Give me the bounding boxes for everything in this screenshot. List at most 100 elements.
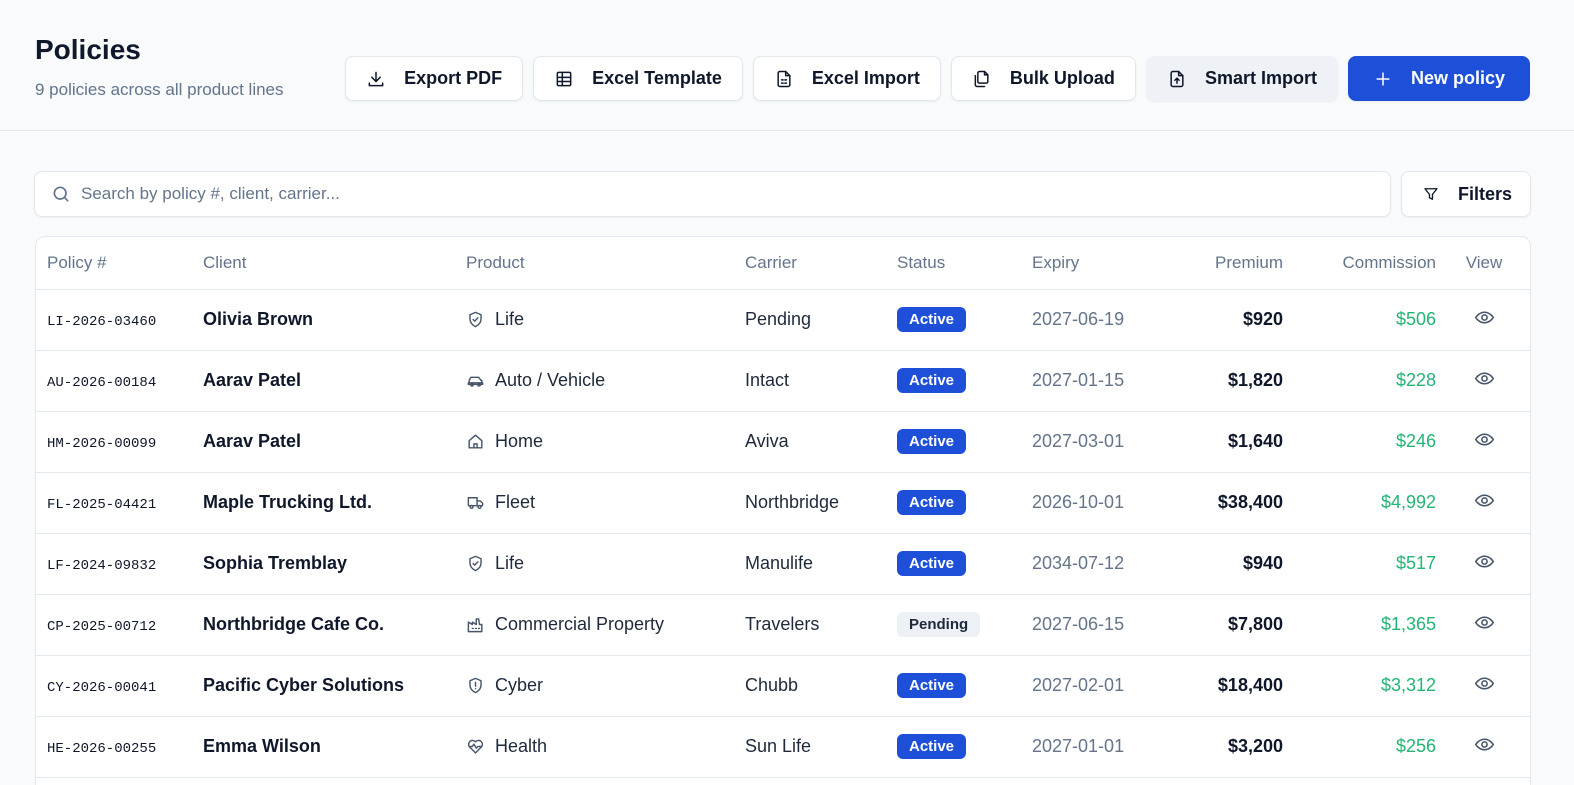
truck-icon bbox=[467, 497, 484, 509]
filter-icon bbox=[1424, 188, 1438, 200]
home-icon bbox=[468, 434, 483, 449]
product-cell: Home bbox=[466, 411, 745, 473]
smart-import-button[interactable]: Smart Import bbox=[1145, 56, 1338, 101]
column-header-client[interactable]: Client bbox=[203, 237, 466, 290]
status-cell: Active bbox=[897, 472, 1032, 534]
premium-cell: $1,820 bbox=[1152, 350, 1283, 412]
new-policy-label: New policy bbox=[1410, 68, 1505, 88]
eye-icon[interactable] bbox=[1474, 307, 1495, 328]
product-name: Commercial Property bbox=[495, 614, 665, 634]
carrier-cell: Northbridge bbox=[745, 472, 897, 534]
column-header-policy[interactable]: Policy # bbox=[36, 237, 203, 290]
table-row[interactable]: CY-2026-00041 Pacific Cyber Solutions Cybe… bbox=[36, 655, 1530, 717]
shield-alert-icon bbox=[469, 677, 482, 694]
search-input[interactable] bbox=[81, 184, 1390, 204]
commission-cell: $1,365 bbox=[1283, 594, 1436, 656]
product-label-group: Life bbox=[466, 309, 745, 330]
eye-icon[interactable] bbox=[1474, 673, 1495, 694]
column-header-expiry[interactable]: Expiry bbox=[1032, 237, 1152, 290]
eye-icon[interactable] bbox=[1474, 490, 1495, 511]
expiry-date: 2027-01-15 bbox=[1032, 370, 1125, 390]
policy-number: AU-2026-00184 bbox=[47, 375, 157, 391]
bulk-upload-button[interactable]: Bulk Upload bbox=[950, 56, 1136, 101]
product-cell: Health bbox=[466, 716, 745, 778]
carrier-cell: Travelers bbox=[745, 594, 897, 656]
policies-table: Policy # Client Product Carrier Status E… bbox=[36, 237, 1530, 778]
table-row[interactable]: HM-2026-00099 Aarav Patel Home Aviva Active 2… bbox=[36, 411, 1530, 473]
policy-number: LI-2026-03460 bbox=[47, 314, 157, 330]
policy-number: CP-2025-00712 bbox=[47, 619, 157, 635]
expiry-cell: 2027-03-01 bbox=[1032, 411, 1152, 473]
heart-pulse-icon bbox=[467, 739, 484, 754]
policy-number: HM-2026-00099 bbox=[47, 436, 157, 452]
eye-icon[interactable] bbox=[1474, 429, 1495, 450]
filters-button[interactable]: Filters bbox=[1401, 171, 1531, 217]
view-cell bbox=[1436, 533, 1530, 595]
status-badge: Active bbox=[897, 551, 967, 576]
excel-import-label: Excel Import bbox=[811, 68, 920, 88]
eye-icon[interactable] bbox=[1474, 368, 1495, 389]
expiry-cell: 2027-06-15 bbox=[1032, 594, 1152, 656]
download-icon bbox=[368, 71, 384, 86]
expiry-date: 2027-06-19 bbox=[1032, 309, 1125, 329]
excel-template-button[interactable]: Excel Template bbox=[533, 56, 743, 101]
view-cell bbox=[1436, 655, 1530, 717]
premium-cell: $18,400 bbox=[1152, 655, 1283, 717]
client-name[interactable]: Aarav Patel bbox=[203, 370, 301, 390]
policy-number: HE-2026-00255 bbox=[47, 741, 157, 757]
client-name[interactable]: Emma Wilson bbox=[203, 736, 321, 756]
excel-import-button[interactable]: Excel Import bbox=[752, 56, 941, 101]
client-name[interactable]: Maple Trucking Ltd. bbox=[203, 492, 372, 512]
eye-icon[interactable] bbox=[1474, 551, 1495, 572]
product-cell: Commercial Property bbox=[466, 594, 745, 656]
column-header-commission[interactable]: Commission bbox=[1283, 237, 1436, 290]
premium-amount: $18,400 bbox=[1217, 675, 1283, 695]
commission-cell: $228 bbox=[1283, 350, 1436, 412]
table-header-row: Policy # Client Product Carrier Status E… bbox=[36, 237, 1530, 290]
table-row[interactable]: LI-2026-03460 Olivia Brown Life Pending Acti… bbox=[36, 289, 1530, 351]
client-name[interactable]: Pacific Cyber Solutions bbox=[203, 675, 404, 695]
export-pdf-button[interactable]: Export PDF bbox=[345, 56, 524, 101]
commission-cell: $256 bbox=[1283, 716, 1436, 778]
view-cell bbox=[1436, 411, 1530, 473]
eye-icon[interactable] bbox=[1474, 612, 1495, 633]
client-name[interactable]: Olivia Brown bbox=[203, 309, 313, 329]
table-row[interactable]: AU-2026-00184 Aarav Patel Auto / Vehicle In… bbox=[36, 350, 1530, 412]
policy-number: FL-2025-04421 bbox=[47, 497, 157, 513]
page-title: Policies bbox=[35, 34, 141, 65]
client-name[interactable]: Northbridge Cafe Co. bbox=[203, 614, 384, 634]
smart-import-label: Smart Import bbox=[1204, 68, 1317, 88]
eye-icon[interactable] bbox=[1474, 734, 1495, 755]
client-cell: Aarav Patel bbox=[203, 411, 466, 473]
column-header-premium[interactable]: Premium bbox=[1152, 237, 1283, 290]
client-name[interactable]: Aarav Patel bbox=[203, 431, 301, 451]
policy-cell: LF-2024-09832 bbox=[36, 533, 203, 595]
client-name[interactable]: Sophia Tremblay bbox=[203, 553, 347, 573]
policy-cell: LI-2026-03460 bbox=[36, 289, 203, 351]
client-cell: Aarav Patel bbox=[203, 350, 466, 412]
column-header-status[interactable]: Status bbox=[897, 237, 1032, 290]
expiry-cell: 2027-06-19 bbox=[1032, 289, 1152, 351]
column-header-product[interactable]: Product bbox=[466, 237, 745, 290]
product-label-group: Auto / Vehicle bbox=[466, 370, 745, 391]
policy-number: CY-2026-00041 bbox=[47, 680, 157, 696]
view-cell bbox=[1436, 594, 1530, 656]
table-row[interactable]: FL-2025-04421 Maple Trucking Ltd. Fleet Nor… bbox=[36, 472, 1530, 534]
product-label-group: Home bbox=[466, 431, 745, 452]
carrier-cell: Chubb bbox=[745, 655, 897, 717]
status-cell: Active bbox=[897, 289, 1032, 351]
commission-amount: $517 bbox=[1395, 553, 1436, 573]
expiry-cell: 2026-10-01 bbox=[1032, 472, 1152, 534]
column-header-carrier[interactable]: Carrier bbox=[745, 237, 897, 290]
client-cell: Maple Trucking Ltd. bbox=[203, 472, 466, 534]
table-row[interactable]: CP-2025-00712 Northbridge Cafe Co. Commerc… bbox=[36, 594, 1530, 656]
premium-amount: $940 bbox=[1242, 553, 1283, 573]
search-bar bbox=[34, 171, 1391, 217]
carrier-name: Aviva bbox=[745, 431, 789, 451]
new-policy-button[interactable]: New policy bbox=[1347, 56, 1530, 101]
expiry-cell: 2027-02-01 bbox=[1032, 655, 1152, 717]
table-row[interactable]: HE-2026-00255 Emma Wilson Health Sun Life Ac… bbox=[36, 716, 1530, 778]
client-cell: Olivia Brown bbox=[203, 289, 466, 351]
view-cell bbox=[1436, 716, 1530, 778]
table-row[interactable]: LF-2024-09832 Sophia Tremblay Life Manulife… bbox=[36, 533, 1530, 595]
